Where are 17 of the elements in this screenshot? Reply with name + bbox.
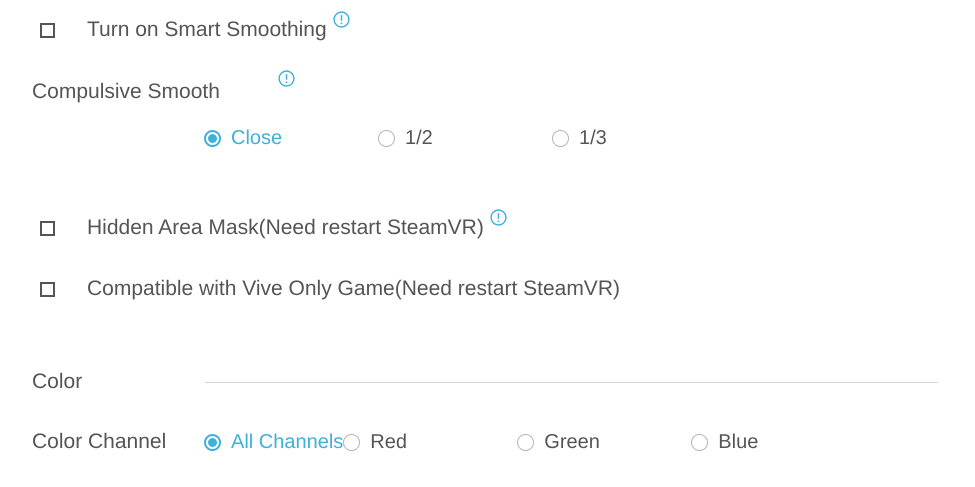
radio-option[interactable]: Red	[343, 422, 518, 462]
radio-option[interactable]: 1/3	[552, 118, 726, 158]
checkbox-label: Compatible with Vive Only Game(Need restart SteamVR)	[87, 276, 620, 302]
radio-option[interactable]: Green	[517, 422, 692, 462]
info-icon[interactable]	[490, 208, 507, 226]
checkbox-label: Hidden Area Mask(Need restart SteamVR)	[87, 215, 484, 242]
checkbox[interactable]	[40, 282, 55, 296]
info-icon[interactable]	[278, 70, 295, 86]
setting-label: Compulsive Smooth	[32, 79, 221, 106]
radio-option[interactable]: 1/2	[378, 118, 552, 158]
setting-label: Color Channel	[32, 429, 168, 456]
checkbox[interactable]	[40, 22, 55, 38]
info-icon[interactable]	[332, 10, 350, 28]
checkbox[interactable]	[40, 220, 55, 236]
section-title: Color	[32, 369, 84, 396]
checkbox-label: Turn on Smart Smoothing	[87, 17, 327, 44]
radio-option[interactable]: Blue	[691, 422, 866, 462]
